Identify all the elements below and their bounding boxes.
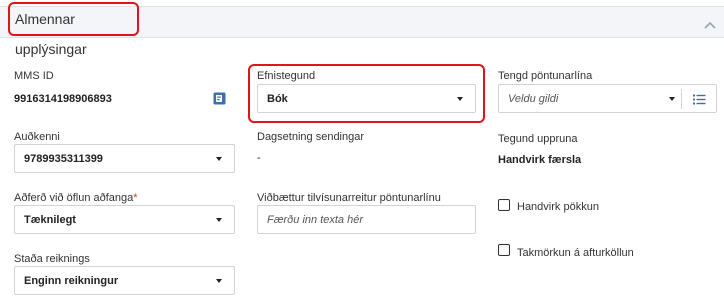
audkenni-label: Auðkenni bbox=[14, 131, 60, 143]
handvirk-pokkun-checkbox[interactable] bbox=[498, 199, 510, 211]
vidbaettur-label: Viðbættur tilvísunarreitur pöntunarlínu bbox=[257, 192, 441, 204]
efnistegund-select[interactable]: Bók bbox=[257, 84, 476, 113]
mms-id-value: 9916314198906893 bbox=[14, 93, 112, 105]
efnistegund-value: Bók bbox=[267, 93, 288, 105]
vidbaettur-placeholder: Færðu inn texta hér bbox=[267, 214, 363, 226]
open-record-icon[interactable] bbox=[213, 92, 226, 105]
divider bbox=[681, 89, 682, 109]
caret-down-icon bbox=[457, 97, 463, 101]
tengd-pontunarlina-select[interactable]: Veldu gildi bbox=[498, 84, 717, 113]
adferd-select[interactable]: Tæknilegt bbox=[14, 205, 235, 234]
adferd-label: Aðferð við öflun aðfanga* bbox=[14, 192, 138, 204]
audkenni-value: 9789935311399 bbox=[24, 153, 103, 165]
takmorkun-label: Takmörkun á afturköllun bbox=[517, 247, 634, 259]
tegund-uppruna-value: Handvirk færsla bbox=[498, 154, 582, 166]
section-title: Almennar upplýsingar bbox=[8, 2, 139, 57]
audkenni-select[interactable]: 9789935311399 bbox=[14, 144, 235, 173]
stada-reiknings-value: Enginn reikningur bbox=[24, 275, 119, 287]
handvirk-pokkun-label: Handvirk pökkun bbox=[517, 201, 599, 213]
caret-down-icon bbox=[216, 157, 222, 161]
tegund-uppruna-label: Tegund uppruna bbox=[498, 133, 578, 145]
list-icon[interactable] bbox=[693, 94, 706, 105]
efnistegund-label: Efnistegund bbox=[257, 70, 316, 82]
adferd-value: Tæknilegt bbox=[24, 214, 76, 226]
caret-down-icon[interactable] bbox=[669, 97, 675, 101]
chevron-up-icon[interactable] bbox=[704, 21, 716, 29]
caret-down-icon bbox=[216, 218, 222, 222]
stada-reiknings-select[interactable]: Enginn reikningur bbox=[14, 266, 235, 295]
stada-reiknings-label: Staða reiknings bbox=[14, 253, 90, 265]
vidbaettur-input[interactable]: Færðu inn texta hér bbox=[257, 205, 476, 234]
dagsetning-label: Dagsetning sendingar bbox=[257, 131, 365, 143]
caret-down-icon bbox=[216, 279, 222, 283]
tengd-pontunarlina-label: Tengd pöntunarlína bbox=[498, 70, 593, 82]
tengd-pontunarlina-placeholder: Veldu gildi bbox=[508, 93, 559, 105]
dagsetning-value: - bbox=[257, 152, 261, 164]
mms-id-label: MMS ID bbox=[14, 70, 54, 82]
takmorkun-checkbox[interactable] bbox=[498, 244, 510, 256]
required-marker: * bbox=[133, 192, 138, 204]
